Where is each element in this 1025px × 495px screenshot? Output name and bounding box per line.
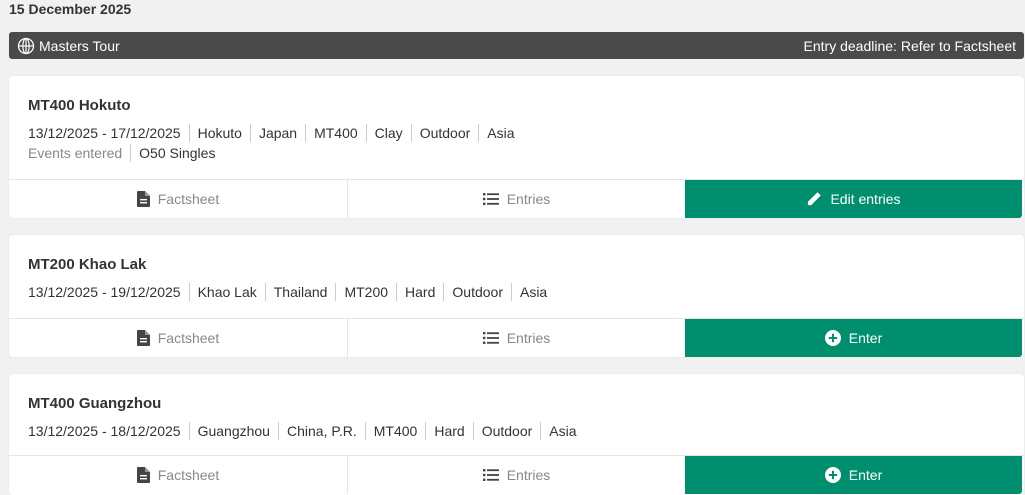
plus-circle-icon: [824, 330, 841, 346]
page-date: 15 December 2025: [9, 1, 132, 17]
list-icon: [482, 332, 499, 344]
tournament-category: MT400: [364, 422, 426, 440]
tournament-surface: Hard: [396, 283, 443, 301]
tournament-dates: 13/12/2025 - 19/12/2025: [28, 284, 181, 300]
tournament-card: MT200 Khao Lak 13/12/2025 - 19/12/2025 K…: [9, 235, 1024, 357]
events-entered-row: Events entered O50 Singles: [28, 144, 1005, 162]
tournament-meta: 13/12/2025 - 18/12/2025 Guangzhou China,…: [28, 422, 1005, 440]
tournament-title[interactable]: MT400 Guangzhou: [28, 374, 1005, 414]
tour-name-group: Masters Tour: [17, 37, 120, 55]
tournament-meta: 13/12/2025 - 17/12/2025 Hokuto Japan MT4…: [28, 124, 1005, 142]
edit-entries-button[interactable]: Edit entries: [685, 180, 1022, 218]
factsheet-label: Factsheet: [157, 467, 220, 483]
tournament-country: Thailand: [264, 283, 336, 301]
factsheet-button[interactable]: Factsheet: [9, 456, 348, 494]
entries-label: Entries: [506, 467, 551, 483]
tournament-region: Asia: [510, 283, 555, 301]
document-icon: [136, 191, 150, 207]
plus-circle-icon: [824, 467, 841, 483]
entries-button[interactable]: Entries: [348, 456, 685, 494]
tournament-environment: Outdoor: [472, 422, 541, 440]
tournament-city: Khao Lak: [188, 283, 265, 301]
tournament-card: MT400 Guangzhou 13/12/2025 - 18/12/2025 …: [9, 374, 1024, 495]
events-entered-value: O50 Singles: [130, 144, 223, 162]
tournament-surface: Clay: [365, 124, 411, 142]
enter-label: Enter: [848, 467, 883, 483]
pencil-icon: [806, 191, 822, 207]
factsheet-button[interactable]: Factsheet: [9, 180, 348, 218]
tournament-title[interactable]: MT400 Hokuto: [28, 76, 1005, 116]
globe-icon: [17, 37, 35, 55]
tour-name: Masters Tour: [39, 37, 120, 54]
enter-button[interactable]: Enter: [685, 319, 1022, 357]
tournament-city: Guangzhou: [188, 422, 278, 440]
tournament-title[interactable]: MT200 Khao Lak: [28, 235, 1005, 275]
entries-button[interactable]: Entries: [348, 180, 685, 218]
factsheet-label: Factsheet: [157, 330, 220, 346]
tournament-surface: Hard: [425, 422, 472, 440]
tournament-category: MT200: [335, 283, 396, 301]
card-actions: Factsheet Entries Enter: [9, 318, 1024, 357]
tournament-country: Japan: [249, 124, 305, 142]
tournament-dates: 13/12/2025 - 17/12/2025: [28, 125, 181, 141]
enter-button[interactable]: Enter: [685, 456, 1022, 494]
factsheet-label: Factsheet: [157, 191, 220, 207]
tour-header-bar: Masters Tour Entry deadline: Refer to Fa…: [9, 32, 1024, 59]
tournament-environment: Outdoor: [443, 283, 511, 301]
tournament-country: China, P.R.: [277, 422, 365, 440]
card-actions: Factsheet Entries Edit entries: [9, 179, 1024, 218]
events-entered-label: Events entered: [28, 145, 123, 161]
tournament-category: MT400: [305, 124, 366, 142]
edit-entries-label: Edit entries: [830, 191, 901, 207]
entries-button[interactable]: Entries: [348, 319, 685, 357]
tournament-dates: 13/12/2025 - 18/12/2025: [28, 423, 181, 439]
tournament-city: Hokuto: [188, 124, 250, 142]
tournament-meta: 13/12/2025 - 19/12/2025 Khao Lak Thailan…: [28, 283, 1005, 301]
entry-deadline: Entry deadline: Refer to Factsheet: [803, 37, 1016, 54]
tournament-region: Asia: [540, 422, 584, 440]
tournament-environment: Outdoor: [410, 124, 479, 142]
card-actions: Factsheet Entries Enter: [9, 455, 1024, 494]
list-icon: [482, 193, 499, 205]
factsheet-button[interactable]: Factsheet: [9, 319, 348, 357]
document-icon: [136, 330, 150, 346]
tournament-region: Asia: [478, 124, 522, 142]
entries-label: Entries: [506, 191, 551, 207]
entries-label: Entries: [506, 330, 551, 346]
enter-label: Enter: [848, 330, 883, 346]
tournament-card: MT400 Hokuto 13/12/2025 - 17/12/2025 Hok…: [9, 76, 1024, 218]
document-icon: [136, 467, 150, 483]
list-icon: [482, 469, 499, 481]
